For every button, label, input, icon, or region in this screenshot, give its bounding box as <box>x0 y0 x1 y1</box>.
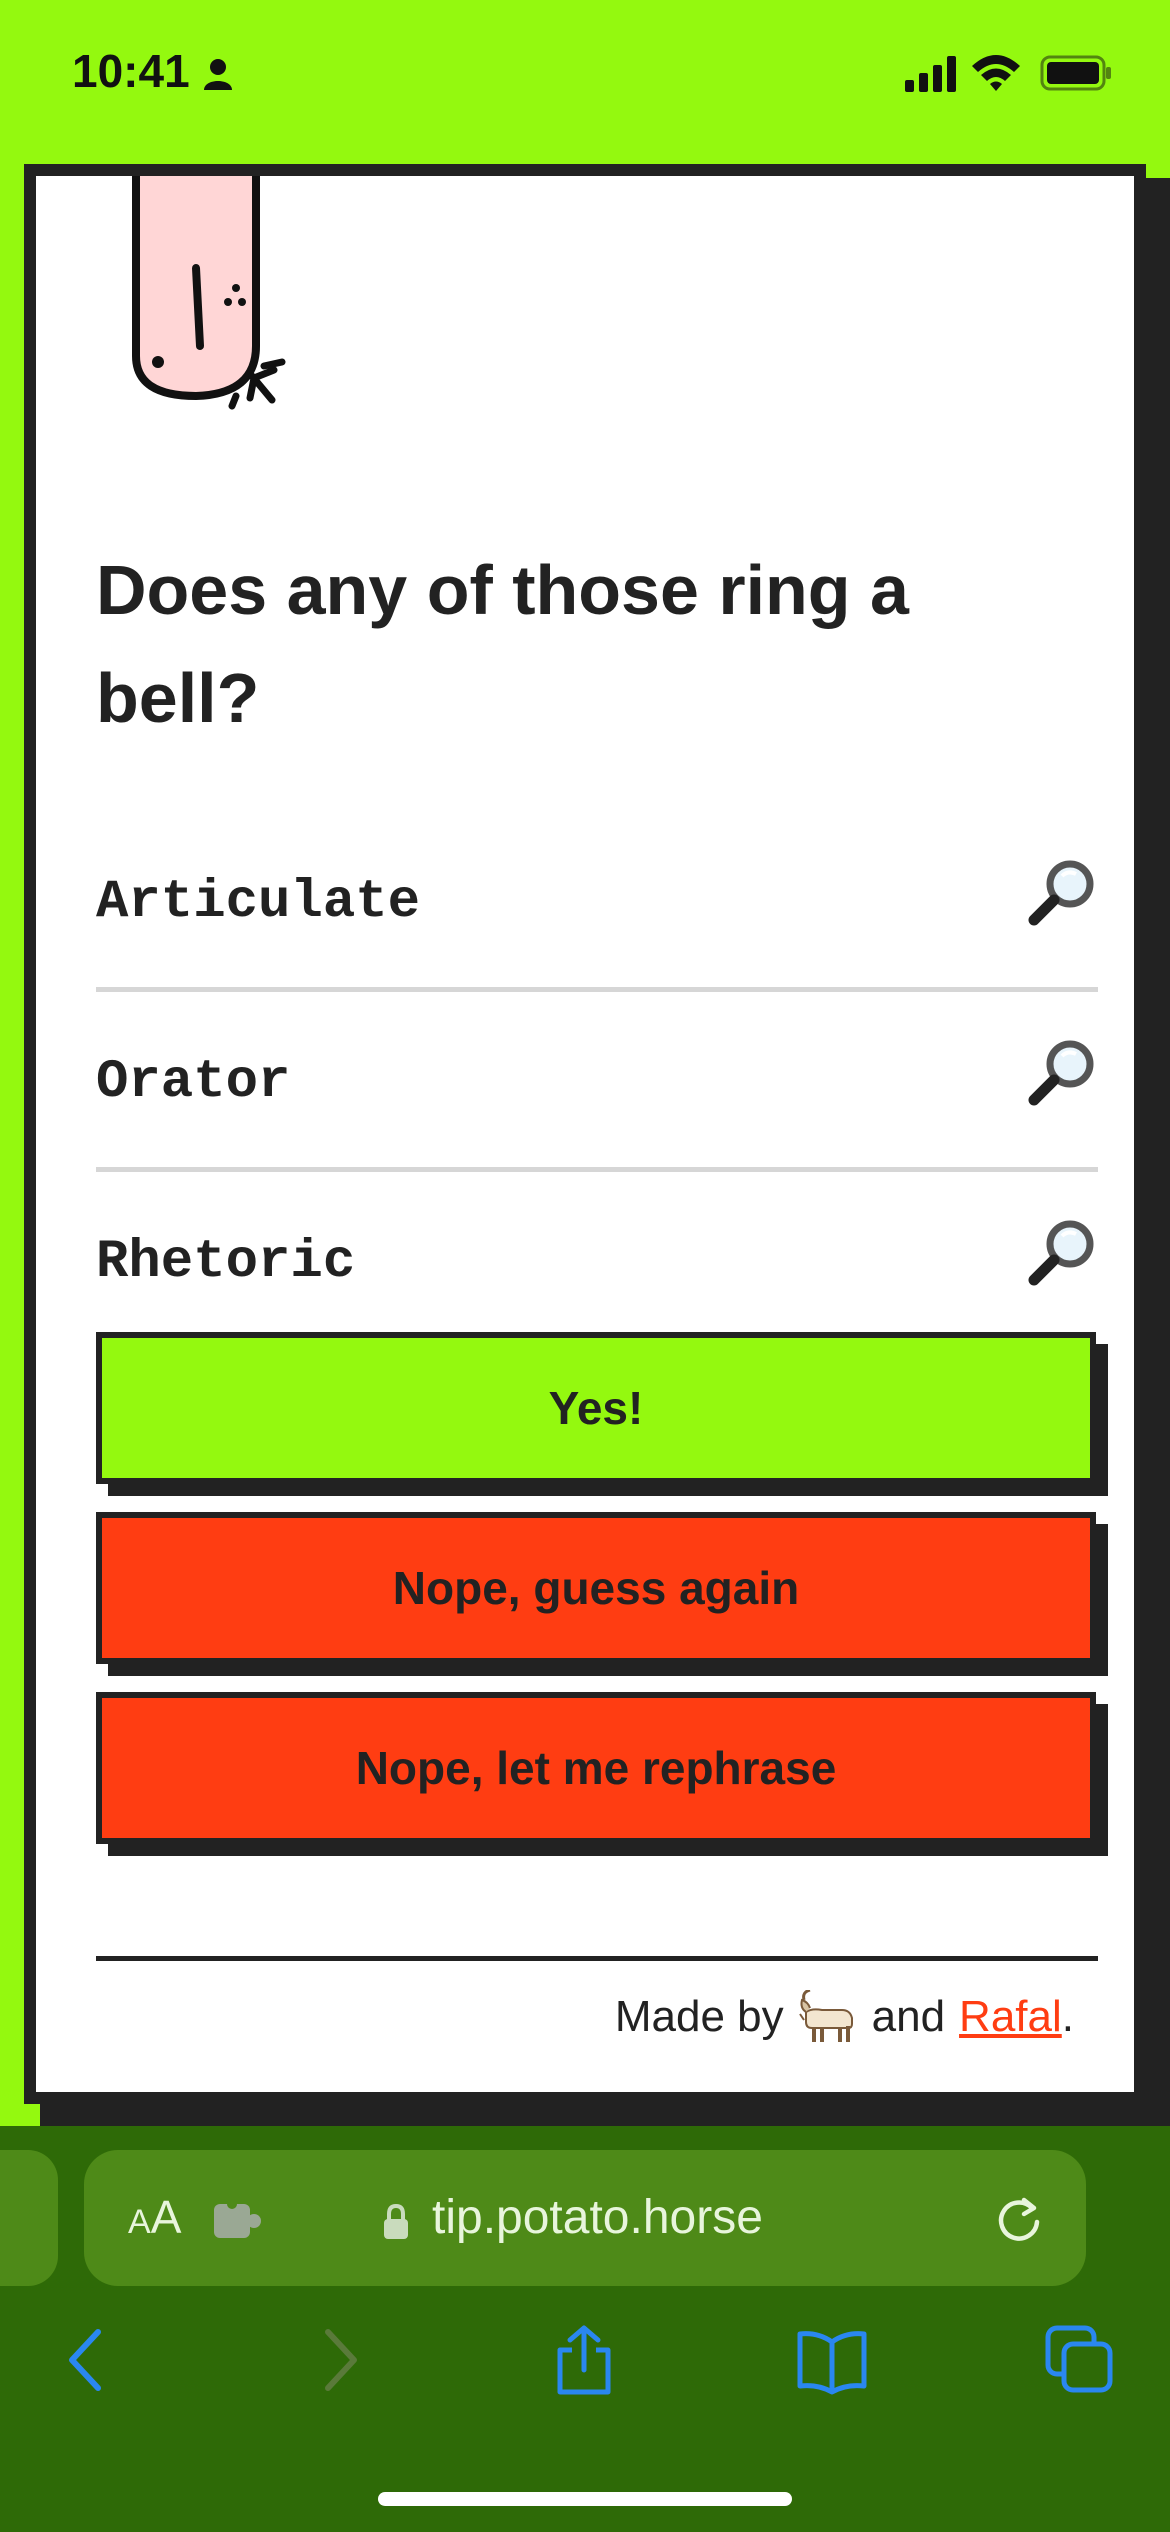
bookmarks-icon[interactable] <box>796 2324 868 2396</box>
previous-tab-preview[interactable] <box>0 2150 58 2286</box>
status-bar: 10:41 <box>0 0 1170 150</box>
person-icon <box>204 59 232 90</box>
guess-again-button[interactable]: Nope, guess again <box>96 1512 1096 1664</box>
rephrase-button[interactable]: Nope, let me rephrase <box>96 1692 1096 1844</box>
guess-row: Orator <box>96 992 1098 1172</box>
guess-list: Articulate Orator Rhetoric <box>96 812 1098 1352</box>
status-time: 10:41 <box>72 45 190 97</box>
forward-icon[interactable] <box>302 2324 374 2396</box>
footer-divider <box>96 1956 1098 1961</box>
back-icon[interactable] <box>52 2324 124 2396</box>
wifi-icon <box>972 55 1020 91</box>
question-heading: Does any of those ring a bell? <box>96 551 909 737</box>
guess-word: Orator <box>96 1052 291 1113</box>
magnifier-icon[interactable] <box>1026 1216 1098 1288</box>
home-indicator[interactable] <box>378 2492 792 2506</box>
reader-settings-button[interactable]: AA <box>128 2190 181 2244</box>
footer-middle: and <box>871 1992 946 2041</box>
extensions-icon[interactable] <box>212 2200 264 2240</box>
reload-icon[interactable] <box>994 2194 1044 2244</box>
battery-icon <box>1040 55 1111 91</box>
magnifier-icon[interactable] <box>1026 1036 1098 1108</box>
lock-icon <box>384 2204 408 2239</box>
footer-suffix: . <box>1061 1992 1074 2041</box>
footer-credits: Made by and Rafal . <box>615 1990 1074 2044</box>
signal-icon <box>905 56 956 92</box>
guess-word: Articulate <box>96 872 421 933</box>
rephrase-button-wrap: Nope, let me rephrase <box>96 1692 1108 1856</box>
guess-row: Rhetoric <box>96 1172 1098 1352</box>
guess-word: Rhetoric <box>96 1232 356 1293</box>
main-card: Does any of those ring a bell? Articulat… <box>24 164 1146 2104</box>
tabs-icon[interactable] <box>1044 2324 1116 2396</box>
magnifier-icon[interactable] <box>1026 856 1098 928</box>
guess-row: Articulate <box>96 812 1098 992</box>
aa-large: A <box>150 2191 182 2243</box>
author-link[interactable]: Rafal <box>959 1992 1062 2042</box>
url-text[interactable]: tip.potato.horse <box>432 2190 763 2245</box>
footer-prefix: Made by <box>614 1992 784 2041</box>
yes-button-wrap: Yes! <box>96 1332 1108 1496</box>
goat-icon <box>798 1990 853 2042</box>
yes-button[interactable]: Yes! <box>96 1332 1096 1484</box>
aa-small: A <box>128 2203 151 2241</box>
finger-illustration <box>132 176 286 410</box>
share-icon[interactable] <box>548 2324 620 2396</box>
guess-again-button-wrap: Nope, guess again <box>96 1512 1108 1676</box>
